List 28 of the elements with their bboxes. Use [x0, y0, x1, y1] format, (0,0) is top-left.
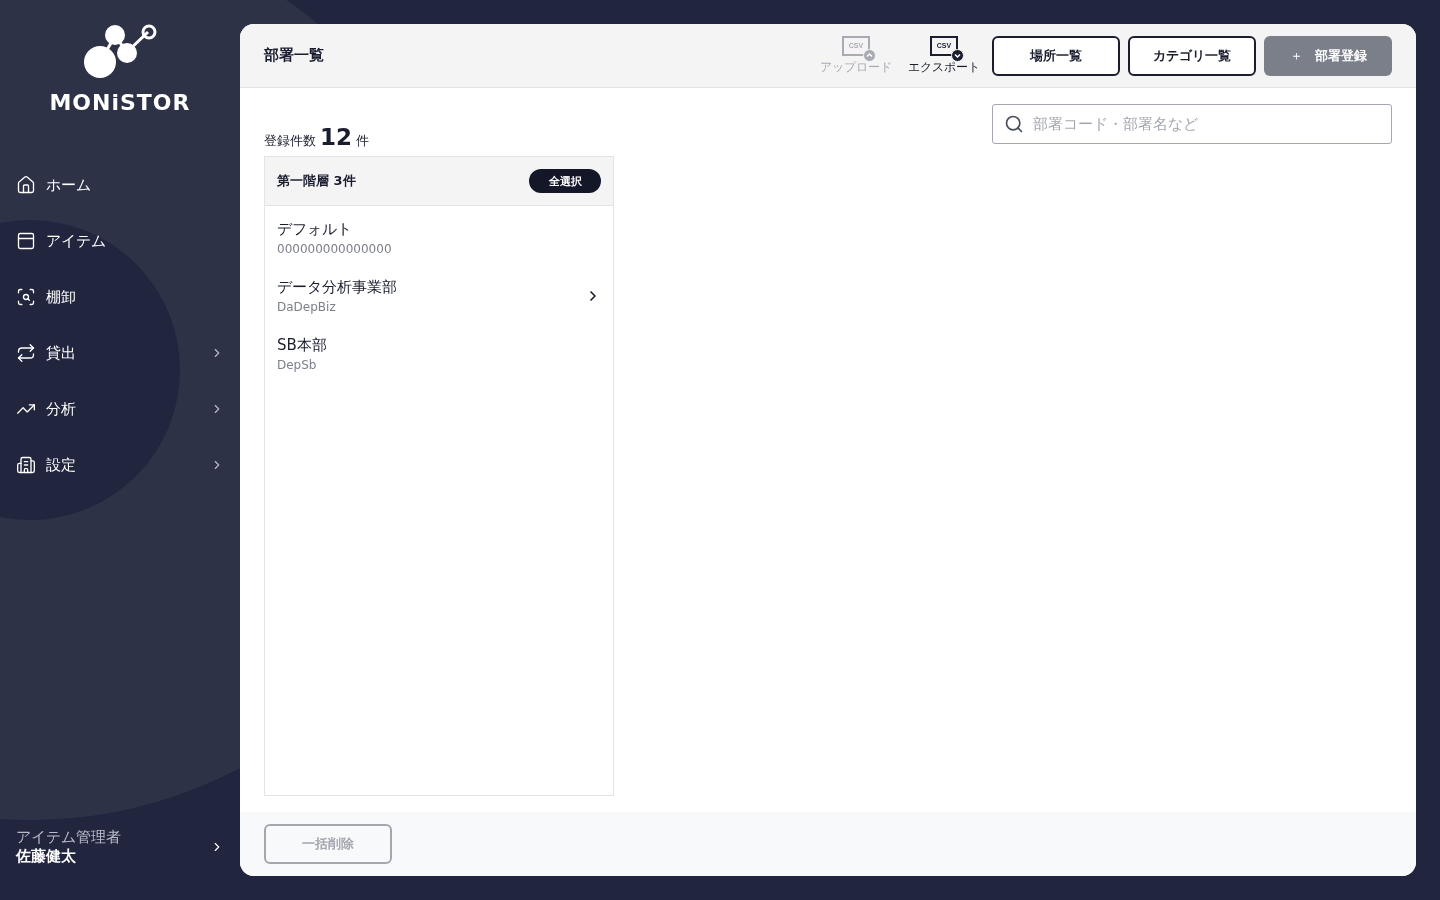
chevron-up-icon: [863, 48, 876, 62]
nav-item[interactable]: 分析: [0, 381, 240, 437]
count-unit: 件: [356, 132, 369, 150]
nav-item[interactable]: 棚卸: [0, 269, 240, 325]
list-button[interactable]: カテゴリ一覧: [1128, 35, 1256, 76]
count-label: 登録件数: [264, 132, 316, 150]
count-value: 12: [320, 124, 352, 150]
brand-name: MONiSTOR: [49, 90, 191, 115]
home-icon: [16, 175, 36, 195]
nav-item[interactable]: 設定: [0, 437, 240, 493]
search-box-icon: [16, 287, 36, 307]
user-menu[interactable]: アイテム管理者 佐藤健太: [0, 828, 240, 900]
department-row[interactable]: SB本部 DepSb: [265, 322, 613, 380]
page-title: 部署一覧: [264, 46, 325, 65]
box-icon: [16, 231, 36, 251]
select-all-button[interactable]: 全選択: [529, 169, 601, 193]
department-row[interactable]: デフォルト 000000000000000: [265, 206, 613, 264]
nav-item[interactable]: ホーム: [0, 157, 240, 213]
department-row[interactable]: データ分析事業部 DaDepBiz: [265, 264, 613, 322]
building-icon: [16, 455, 36, 475]
nav-item[interactable]: アイテム: [0, 213, 240, 269]
nav-item[interactable]: 貸出: [0, 325, 240, 381]
panel-header: 第一階層 3件 全選択: [265, 157, 613, 206]
chevron-down-icon: [951, 48, 964, 62]
list-button[interactable]: 場所一覧: [992, 35, 1120, 76]
logo-icon: [82, 22, 158, 78]
search-field[interactable]: 部署コード・部署名など: [992, 104, 1392, 144]
search-icon: [1004, 114, 1024, 134]
